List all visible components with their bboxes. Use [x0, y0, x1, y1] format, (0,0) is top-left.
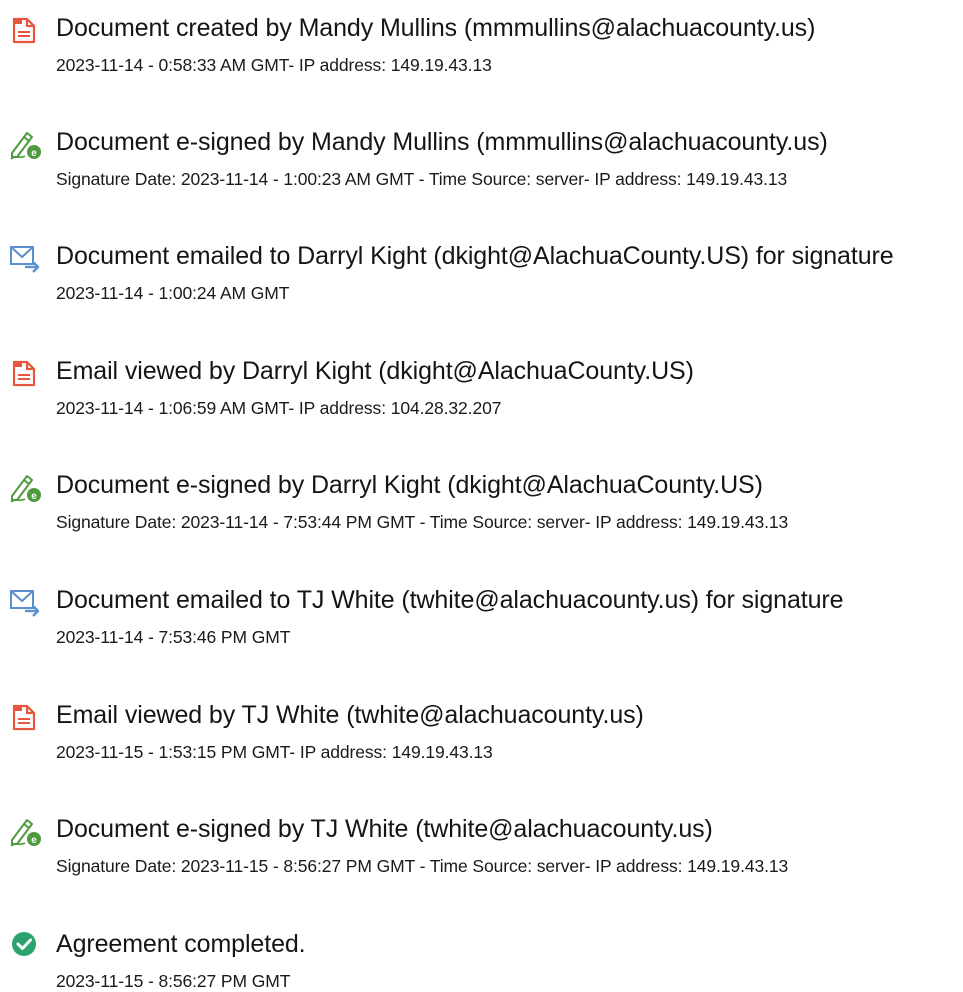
- event-detail: 2023-11-14 - 1:00:24 AM GMT: [56, 283, 290, 303]
- event-detail: Signature Date: 2023-11-14 - 7:53:44 PM …: [56, 512, 789, 532]
- event-detail: 2023-11-14 - 7:53:46 PM GMT: [56, 627, 291, 647]
- history-event: Document emailed to TJ White (twhite@ala…: [0, 585, 963, 685]
- event-title: Document e-signed by Darryl Kight (dkigh…: [56, 471, 763, 499]
- email-viewed-icon: [8, 700, 42, 734]
- event-detail: 2023-11-15 - 1:53:15 PM GMT- IP address:…: [56, 742, 493, 762]
- history-event: Agreement completed. 2023-11-15 - 8:56:2…: [0, 929, 963, 992]
- document-created-icon: [8, 13, 42, 47]
- email-sent-icon: [8, 585, 42, 619]
- event-title: Document e-signed by Mandy Mullins (mmmu…: [56, 128, 828, 156]
- history-event: e Document e-signed by TJ White (twhite@…: [0, 814, 963, 914]
- event-detail: 2023-11-14 - 0:58:33 AM GMT- IP address:…: [56, 55, 492, 75]
- event-title: Document emailed to TJ White (twhite@ala…: [56, 586, 844, 614]
- svg-text:e: e: [31, 835, 37, 846]
- event-detail: Signature Date: 2023-11-15 - 8:56:27 PM …: [56, 856, 789, 876]
- history-event: Document emailed to Darryl Kight (dkight…: [0, 241, 963, 341]
- email-viewed-icon: [8, 356, 42, 390]
- event-title: Document e-signed by TJ White (twhite@al…: [56, 815, 713, 843]
- history-event: e Document e-signed by Mandy Mullins (mm…: [0, 127, 963, 227]
- history-event: Email viewed by Darryl Kight (dkight@Ala…: [0, 356, 963, 456]
- e-sign-icon: e: [8, 127, 42, 161]
- svg-text:e: e: [31, 148, 37, 159]
- event-title: Document emailed to Darryl Kight (dkight…: [56, 242, 894, 270]
- event-title: Document created by Mandy Mullins (mmmul…: [56, 14, 816, 42]
- e-sign-icon: e: [8, 814, 42, 848]
- email-sent-icon: [8, 241, 42, 275]
- history-event: Document created by Mandy Mullins (mmmul…: [0, 13, 963, 113]
- event-title: Email viewed by Darryl Kight (dkight@Ala…: [56, 357, 694, 385]
- event-title: Email viewed by TJ White (twhite@alachua…: [56, 701, 644, 729]
- svg-text:e: e: [31, 491, 37, 502]
- audit-history: Document created by Mandy Mullins (mmmul…: [0, 0, 963, 992]
- event-detail: 2023-11-15 - 8:56:27 PM GMT: [56, 971, 291, 991]
- event-detail: 2023-11-14 - 1:06:59 AM GMT- IP address:…: [56, 398, 502, 418]
- history-event: Email viewed by TJ White (twhite@alachua…: [0, 700, 963, 800]
- checkmark-icon: [8, 929, 42, 963]
- event-title: Agreement completed.: [56, 930, 306, 958]
- event-detail: Signature Date: 2023-11-14 - 1:00:23 AM …: [56, 169, 788, 189]
- history-event: e Document e-signed by Darryl Kight (dki…: [0, 470, 963, 570]
- e-sign-icon: e: [8, 470, 42, 504]
